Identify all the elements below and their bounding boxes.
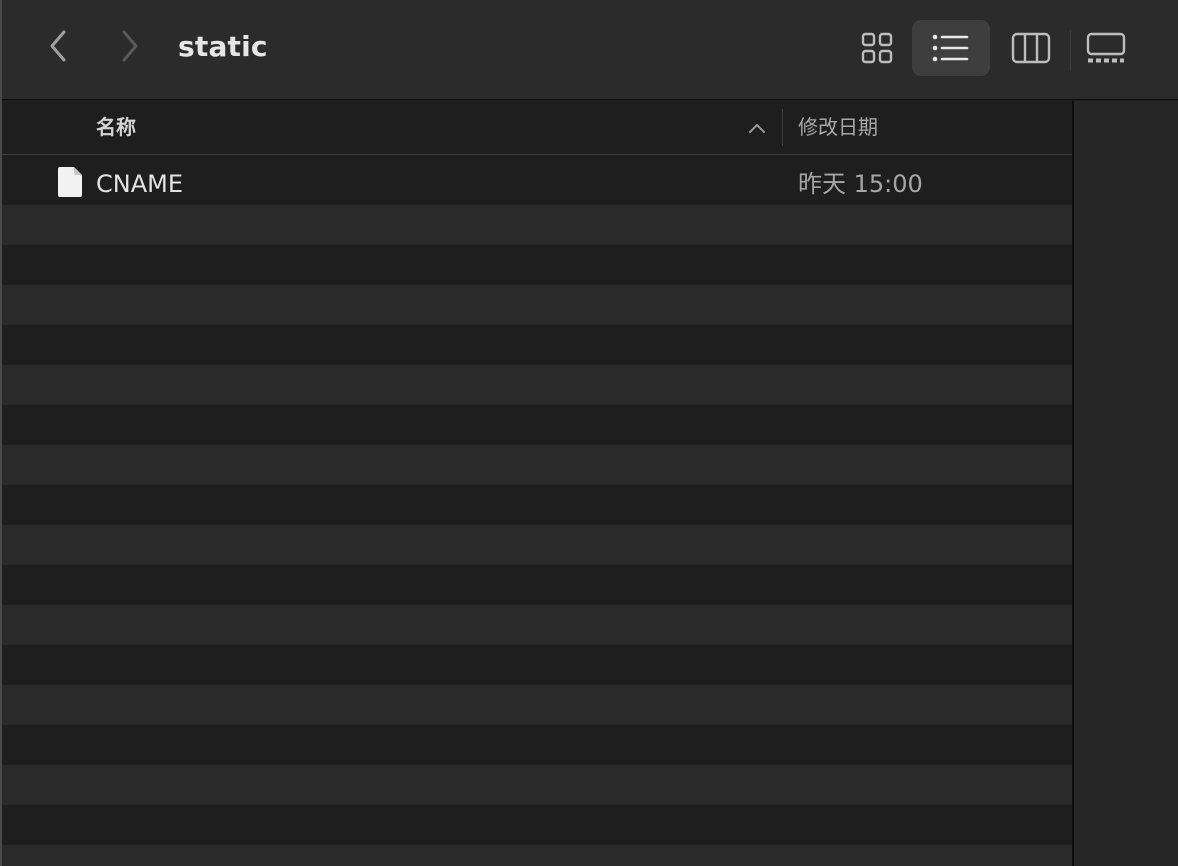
icon-view-button[interactable]	[848, 20, 906, 76]
empty-row	[2, 365, 1072, 405]
preview-pane	[1072, 101, 1178, 866]
chevron-right-icon	[122, 30, 138, 62]
file-modified-date: 昨天 15:00	[798, 170, 923, 198]
date-column-header[interactable]: 修改日期	[798, 114, 878, 140]
empty-row	[2, 845, 1072, 866]
name-column-header[interactable]: 名称	[96, 114, 136, 140]
empty-row	[2, 685, 1072, 725]
empty-row	[2, 805, 1072, 845]
back-button[interactable]	[40, 28, 76, 64]
empty-row	[2, 725, 1072, 765]
empty-row	[2, 245, 1072, 285]
window-title: static	[178, 30, 268, 63]
empty-row	[2, 205, 1072, 245]
column-divider[interactable]	[782, 109, 783, 146]
column-header: 名称 修改日期	[2, 101, 1072, 155]
finder-window: static 名称 修改日期 CNAME 昨天 15:00	[0, 0, 1178, 866]
rows-container: CNAME 昨天 15:00	[2, 155, 1072, 866]
column-view-button[interactable]	[998, 20, 1064, 76]
file-row[interactable]: CNAME 昨天 15:00	[2, 155, 1072, 205]
empty-row	[2, 405, 1072, 445]
empty-row	[2, 485, 1072, 525]
file-list: 名称 修改日期 CNAME 昨天 15:00	[2, 101, 1072, 866]
empty-row	[2, 645, 1072, 685]
toolbar: static	[0, 0, 1178, 100]
empty-row	[2, 525, 1072, 565]
empty-row	[2, 325, 1072, 365]
sort-ascending-indicator[interactable]	[746, 117, 768, 139]
empty-row	[2, 605, 1072, 645]
empty-row	[2, 445, 1072, 485]
empty-row	[2, 285, 1072, 325]
empty-row	[2, 565, 1072, 605]
empty-row	[2, 765, 1072, 805]
chevron-left-icon	[50, 30, 66, 62]
list-icon	[932, 34, 969, 62]
file-name: CNAME	[96, 170, 183, 198]
gallery-icon	[1086, 32, 1126, 63]
toolbar-separator	[1070, 30, 1071, 70]
grid-icon	[861, 32, 893, 64]
document-icon	[58, 167, 82, 197]
chevron-up-icon	[749, 124, 765, 133]
forward-button[interactable]	[112, 28, 148, 64]
list-view-button[interactable]	[912, 20, 990, 76]
columns-icon	[1011, 32, 1051, 64]
gallery-view-button[interactable]	[1076, 20, 1136, 76]
